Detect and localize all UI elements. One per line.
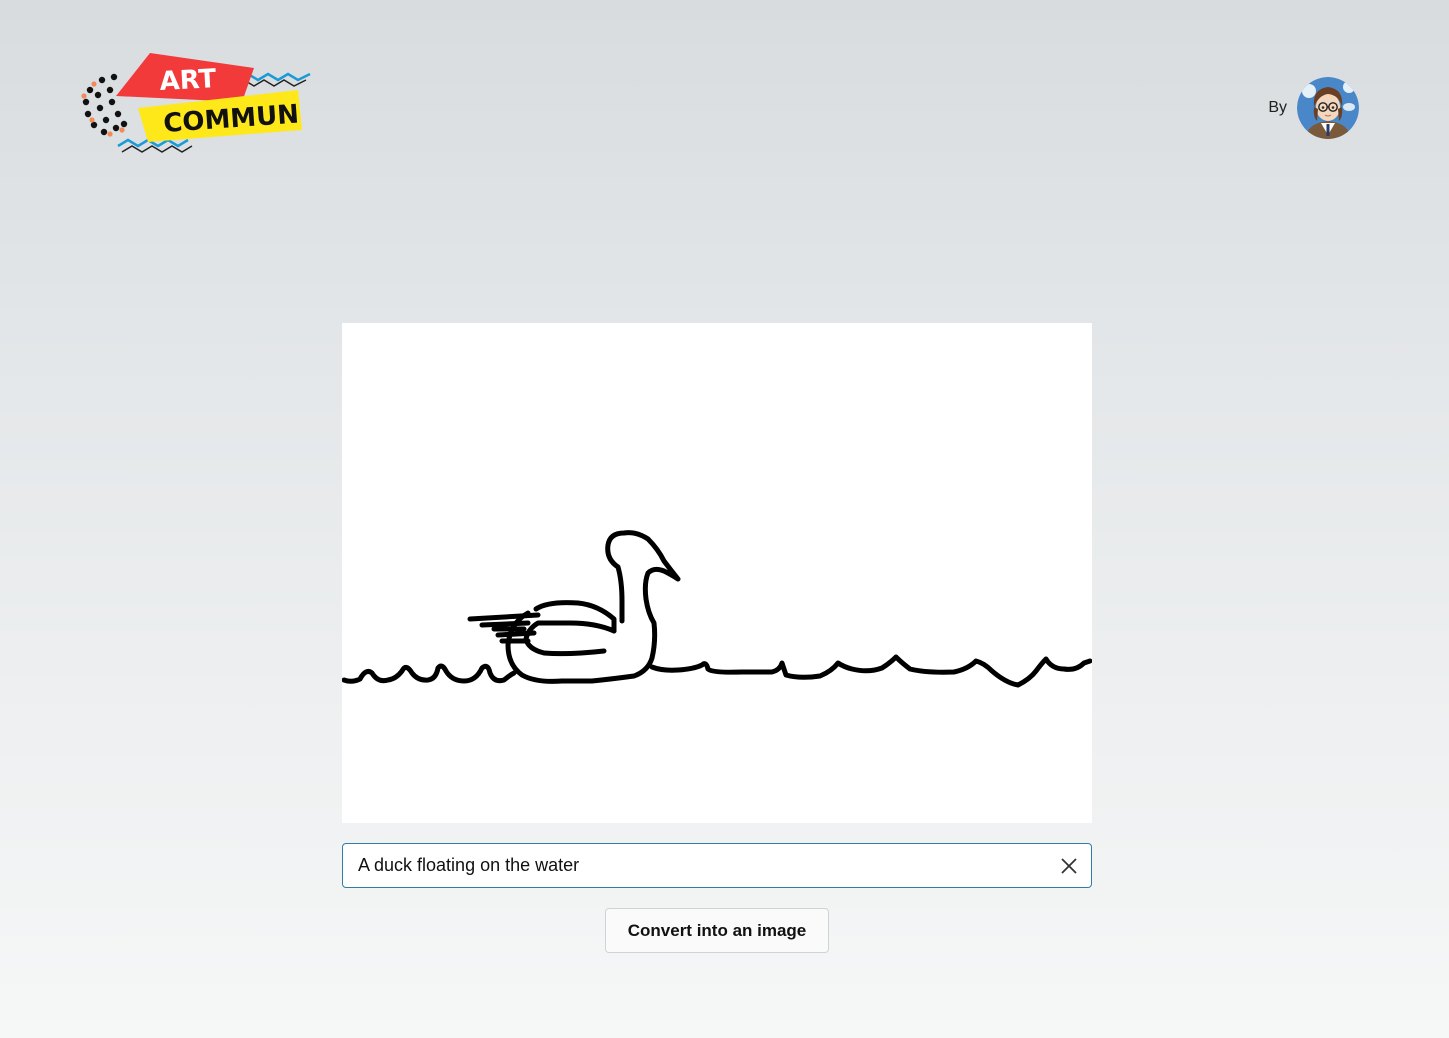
water-line-stroke — [342, 663, 517, 684]
author-label: By — [1268, 99, 1287, 116]
brand-logo[interactable]: ART COMMUN — [78, 50, 314, 160]
duck-on-water-sketch — [342, 530, 1092, 688]
prompt-input[interactable] — [343, 844, 1047, 887]
duck-wing-stroke — [523, 620, 617, 657]
water-line-right-stroke — [649, 654, 1092, 688]
close-icon[interactable] — [1047, 844, 1091, 887]
convert-button[interactable]: Convert into an image — [605, 908, 829, 953]
author-credit: By — [1268, 76, 1359, 140]
avatar-icon[interactable] — [1297, 77, 1359, 139]
prompt-field[interactable] — [342, 843, 1092, 888]
drawing-canvas[interactable] — [342, 323, 1092, 823]
logo-text-art: ART — [159, 64, 217, 97]
